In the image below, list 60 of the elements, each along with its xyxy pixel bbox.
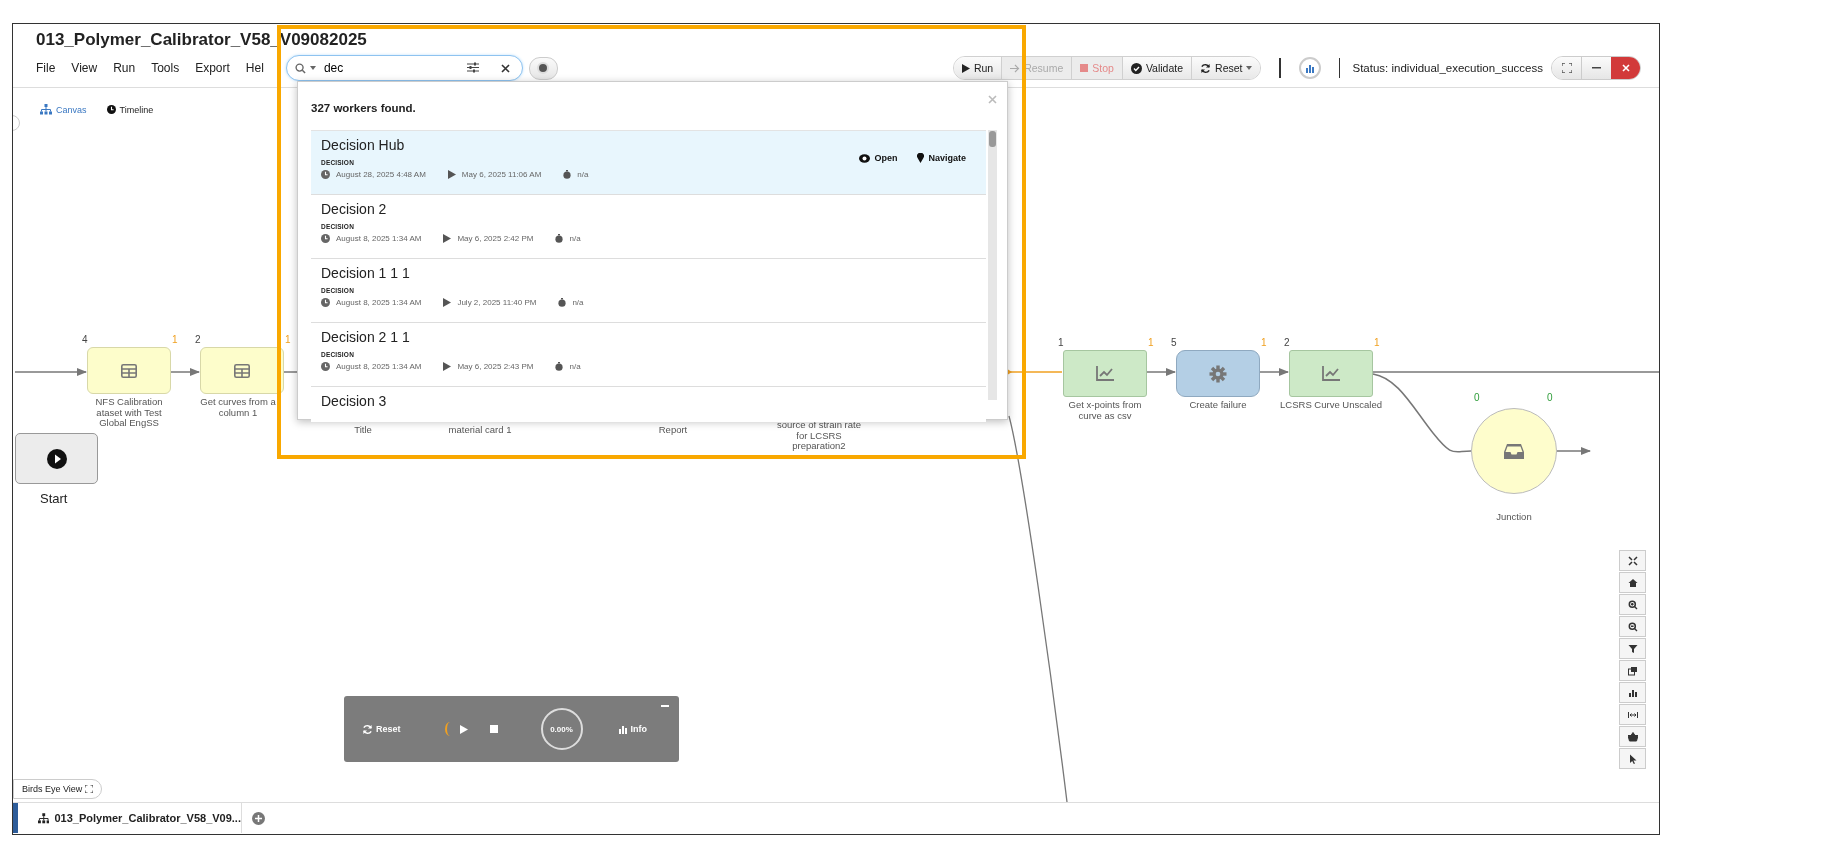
last-run-date: May 6, 2025 11:06 AM bbox=[461, 170, 542, 179]
duration-text: n/a bbox=[569, 362, 581, 371]
validate-button[interactable]: Validate bbox=[1121, 57, 1192, 79]
last-run-date: July 2, 2025 11:40 PM bbox=[457, 298, 537, 307]
modified-date: August 8, 2025 1:34 AM bbox=[336, 298, 422, 307]
input-count: 4 bbox=[82, 334, 88, 345]
search-bar[interactable]: dec bbox=[285, 55, 523, 81]
node-label: Create failure bbox=[1189, 400, 1247, 411]
status-text: Status: individual_execution_success bbox=[1352, 62, 1543, 74]
node-label: Get curves from a column 1 bbox=[200, 397, 276, 418]
node-label: Get x-points from curve as csv bbox=[1068, 400, 1142, 421]
result-title: Decision 2 bbox=[321, 201, 387, 217]
reset-button[interactable]: Reset bbox=[1191, 57, 1261, 79]
result-title: Decision 2 1 1 bbox=[321, 329, 410, 345]
open-link[interactable]: Open bbox=[859, 153, 898, 163]
duration-text: n/a bbox=[569, 234, 581, 243]
menu-item[interactable]: View bbox=[71, 59, 98, 77]
menu-item[interactable]: File bbox=[36, 59, 56, 77]
node-label: Report bbox=[658, 425, 688, 436]
output-count: 1 bbox=[1261, 337, 1267, 348]
node-label: material card 1 bbox=[448, 425, 512, 436]
modified-date: August 8, 2025 1:34 AM bbox=[336, 234, 422, 243]
input-count: 2 bbox=[1284, 337, 1290, 348]
output-count: 1 bbox=[285, 334, 291, 345]
output-count: 1 bbox=[172, 334, 178, 345]
view-tab[interactable]: Timeline bbox=[106, 104, 154, 115]
node-label: NFS Calibration ataset with Test Global EngSS bbox=[95, 397, 163, 429]
modified-date: August 28, 2025 4:48 AM bbox=[336, 170, 426, 179]
output-count: 1 bbox=[1148, 337, 1154, 348]
result-title: Decision 1 1 1 bbox=[321, 265, 410, 281]
view-tab[interactable]: Canvas bbox=[40, 104, 87, 115]
result-title: Decision 3 bbox=[321, 393, 387, 409]
document-tab[interactable]: 013_Polymer_Calibrator_V58_V09... bbox=[18, 803, 242, 833]
input-count: 2 bbox=[195, 334, 201, 345]
menu-item[interactable]: Tools bbox=[151, 59, 180, 77]
run-button[interactable]: Run bbox=[953, 57, 1002, 79]
node-label: Title bbox=[354, 425, 372, 436]
result-title: Decision Hub bbox=[321, 137, 405, 153]
node-label: Junction bbox=[1496, 512, 1532, 523]
node-label: Start bbox=[40, 491, 68, 506]
navigate-link[interactable]: Navigate bbox=[917, 153, 966, 163]
info-button[interactable]: Info bbox=[617, 724, 647, 734]
output-count: 0 bbox=[1547, 392, 1553, 403]
menu-item[interactable]: Hel bbox=[245, 59, 264, 77]
input-count: 1 bbox=[1058, 337, 1064, 348]
birds-eye-view-button[interactable]: Birds Eye View bbox=[13, 779, 103, 799]
duration-text: n/a bbox=[572, 298, 584, 307]
progress-ring: 0.00% bbox=[540, 708, 583, 750]
duration-text: n/a bbox=[577, 170, 589, 179]
node-label: LCSRS Curve Unscaled bbox=[1280, 400, 1382, 411]
menu-item[interactable]: Export bbox=[195, 59, 230, 77]
menu-item[interactable]: Run bbox=[113, 59, 136, 77]
last-run-date: May 6, 2025 2:42 PM bbox=[457, 234, 534, 243]
last-run-date: May 6, 2025 2:43 PM bbox=[457, 362, 534, 371]
reset-button[interactable]: Reset bbox=[362, 723, 401, 735]
results-count: 327 workers found. bbox=[311, 102, 416, 114]
output-count: 1 bbox=[1374, 337, 1380, 348]
input-count: 0 bbox=[1474, 392, 1480, 403]
input-count: 5 bbox=[1171, 337, 1177, 348]
modified-date: August 8, 2025 1:34 AM bbox=[336, 362, 422, 371]
